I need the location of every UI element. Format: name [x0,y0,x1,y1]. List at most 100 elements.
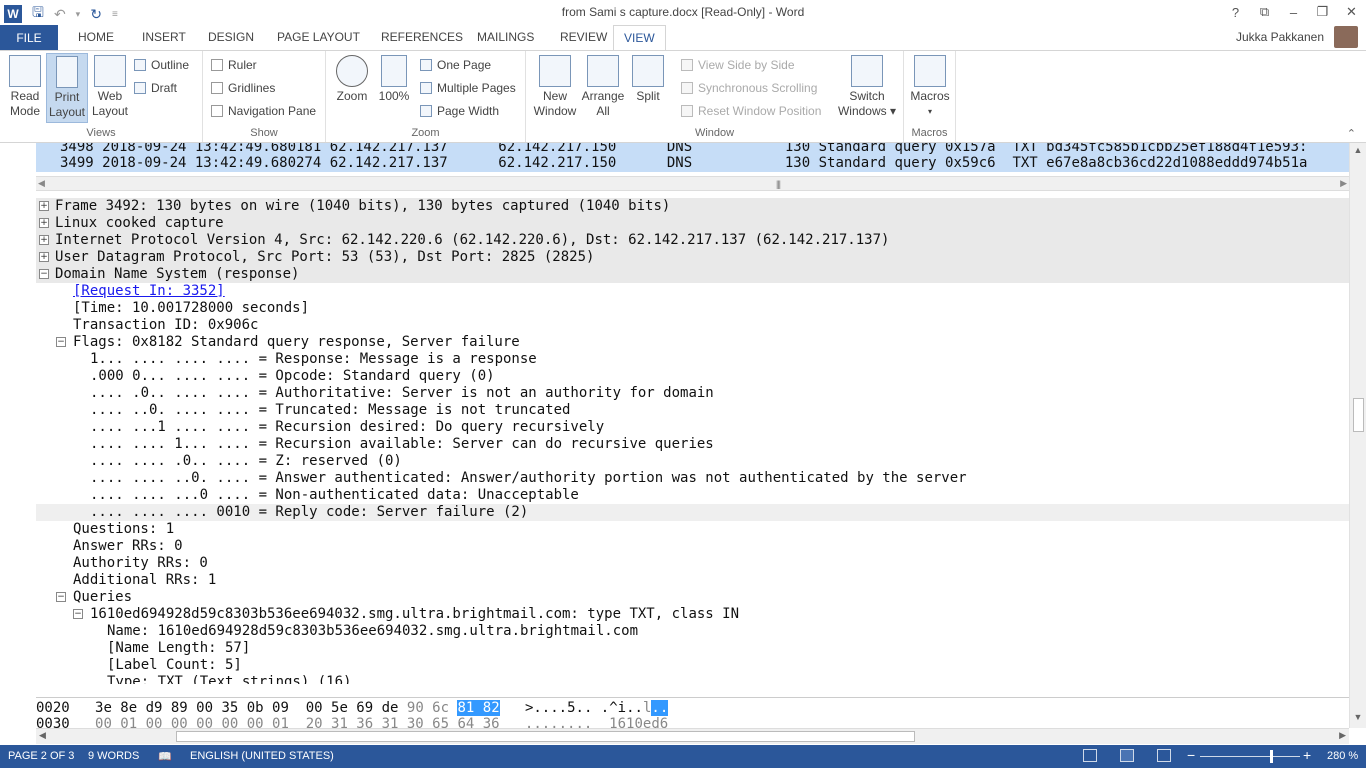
switch-windows-icon [851,55,883,87]
web-layout-view-icon[interactable] [1157,749,1171,762]
vertical-scroll-thumb[interactable] [1353,398,1364,432]
collapse-ribbon-icon[interactable]: ⌃ [1347,127,1356,140]
tree-item-flag: .... .... ..0. .... = Answer authenticat… [90,470,967,486]
horizontal-scrollbar[interactable]: ◀ ▶ [36,728,1349,744]
tab-insert[interactable]: INSERT [140,25,188,50]
help-button[interactable]: ? [1221,0,1250,24]
tab-design[interactable]: DESIGN [206,25,256,50]
arrange-all-button[interactable]: Arrange All [580,55,626,119]
title-bar: W 🖫 ↶ ▾ ↻ ≡ from Sami s capture.docx [Re… [0,0,1366,25]
tree-item-flags: − Flags: 0x8182 Standard query response,… [56,334,520,350]
tree-item-transaction: Transaction ID: 0x906c [73,317,259,333]
zoom-100-button[interactable]: 100% [376,55,412,104]
tab-mailings[interactable]: MAILINGS [475,25,536,50]
undo-icon[interactable]: ↶ [54,6,66,23]
avatar[interactable] [1334,26,1358,48]
tree-item-flag: .000 0... .... .... = Opcode: Standard q… [90,368,495,384]
macros-button[interactable]: Macros ▾ [908,55,952,119]
multiple-pages-icon [420,82,432,94]
new-window-button[interactable]: New Window [532,55,578,119]
print-layout-button[interactable]: Print Layout [46,53,88,123]
tab-review[interactable]: REVIEW [558,25,609,50]
draft-button[interactable]: Draft [134,81,177,95]
minimize-button[interactable]: – [1279,0,1308,24]
tab-references[interactable]: REFERENCES [379,25,465,50]
zoom-in-button[interactable]: + [1303,747,1311,763]
print-layout-view-icon[interactable] [1120,749,1134,762]
tab-home[interactable]: HOME [76,25,116,50]
multiple-pages-button[interactable]: Multiple Pages [420,81,516,95]
ruler-check-icon [211,59,223,71]
zoom-out-button[interactable]: − [1187,747,1195,763]
split-icon [632,55,664,87]
tree-item-flag: .... .0.. .... .... = Authoritative: Ser… [90,385,714,401]
restore-button[interactable]: ❐ [1308,0,1337,24]
save-icon[interactable]: 🖫 [32,2,44,26]
show-group-label: Show [250,127,278,139]
undo-dropdown-icon[interactable]: ▾ [76,9,81,20]
page-width-button[interactable]: Page Width [420,104,499,118]
page-count[interactable]: PAGE 2 OF 3 [8,750,74,762]
close-button[interactable]: ✕ [1337,0,1366,24]
tab-page-layout[interactable]: PAGE LAYOUT [275,25,362,50]
hex-row: 0020 3e 8e d9 89 00 35 0b 09 00 5e 69 de… [36,700,669,716]
user-name[interactable]: Jukka Pakkanen [1236,30,1324,44]
tree-item-frame: + Frame 3492: 130 bytes on wire (1040 bi… [36,198,1349,215]
packet-list-row: 3499 2018-09-24 13:42:49.680274 62.142.2… [36,155,1349,172]
macros-group-label: Macros [911,127,948,139]
synchronous-scrolling-button[interactable]: Synchronous Scrolling [681,81,817,95]
gridlines-checkbox[interactable]: Gridlines [211,81,275,95]
redo-icon[interactable]: ↻ [90,6,102,23]
navigation-pane-check-icon [211,105,223,117]
tree-item-authority-rrs: Authority RRs: 0 [73,555,208,571]
hex-pane: 0020 3e 8e d9 89 00 35 0b 09 00 5e 69 de… [36,697,1349,728]
zoom-group-label: Zoom [411,127,440,139]
tab-file[interactable]: FILE [0,25,58,50]
switch-windows-button[interactable]: Switch Windows ▾ [834,55,900,119]
collapse-icon: − [73,609,83,619]
word-logo-icon[interactable]: W [4,5,22,23]
read-mode-button[interactable]: Read Mode [4,55,46,119]
expand-icon: + [39,235,49,245]
zoom-slider-thumb[interactable] [1270,750,1273,763]
views-group-label: Views [86,127,116,139]
proofing-icon[interactable]: 📖 [158,750,172,763]
macros-group: Macros ▾ Macros [904,51,956,142]
zoom-100-icon [381,55,407,87]
scroll-right-icon[interactable]: ▶ [1339,730,1346,741]
synchronous-scrolling-icon [681,82,693,94]
scroll-down-icon[interactable]: ▼ [1350,712,1366,726]
expand-icon: + [39,252,49,262]
customize-qat-icon[interactable]: ≡ [112,9,118,20]
language[interactable]: ENGLISH (UNITED STATES) [190,750,334,762]
web-layout-button[interactable]: Web Layout [90,55,130,119]
scroll-up-icon[interactable]: ▲ [1350,145,1366,159]
tree-item-name-length: [Name Length: 57] [107,640,251,656]
read-mode-icon [9,55,41,87]
ruler-checkbox[interactable]: Ruler [211,58,257,72]
word-count[interactable]: 9 WORDS [88,750,139,762]
read-mode-view-icon[interactable] [1083,749,1097,762]
scroll-left-icon[interactable]: ◀ [39,730,46,741]
scroll-left-icon: ◀ [38,178,45,188]
zoom-slider[interactable] [1200,756,1300,757]
vertical-scrollbar[interactable]: ▲ ▼ [1349,143,1366,728]
split-button[interactable]: Split [630,55,666,104]
outline-button[interactable]: Outline [134,58,189,72]
request-in-link: [Request In: 3352] [73,283,225,299]
packet-list-scrollbar: ◀ ||| ▶ [36,176,1349,191]
reset-window-position-button[interactable]: Reset Window Position [681,104,821,118]
tree-item-flag: .... .... 1... .... = Recursion availabl… [90,436,714,452]
zoom-button[interactable]: Zoom [332,55,372,104]
zoom-level[interactable]: 280 % [1327,750,1358,762]
tree-item-time: [Time: 10.001728000 seconds] [73,300,310,316]
tab-view[interactable]: VIEW [613,25,666,51]
tree-item-udp: + User Datagram Protocol, Src Port: 53 (… [36,249,1349,266]
view-side-by-side-button[interactable]: View Side by Side [681,58,795,72]
one-page-button[interactable]: One Page [420,58,491,72]
ribbon-display-options-button[interactable]: ⧉ [1250,0,1279,24]
draft-icon [134,82,146,94]
navigation-pane-checkbox[interactable]: Navigation Pane [211,104,316,118]
expand-icon: + [39,201,49,211]
horizontal-scroll-thumb[interactable] [176,731,915,742]
